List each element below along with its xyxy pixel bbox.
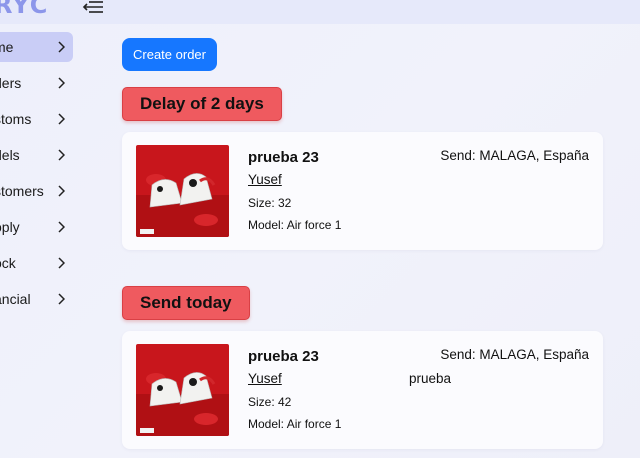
order-title: prueba 23 xyxy=(248,348,319,365)
sidebar-item-label: dels xyxy=(0,147,20,163)
chevron-right-icon xyxy=(58,77,65,89)
order-note: prueba xyxy=(409,371,452,386)
sidebar-item-label: me xyxy=(0,39,14,55)
chevron-right-icon xyxy=(58,257,65,269)
sidebar-item-financial[interactable]: ancial xyxy=(0,284,73,314)
product-image xyxy=(136,344,229,436)
create-order-button[interactable]: Create order xyxy=(122,38,217,71)
customer-link[interactable]: Yusef xyxy=(248,371,282,386)
chevron-right-icon xyxy=(58,41,65,53)
send-destination: Send: MALAGA, España xyxy=(440,347,589,362)
chevron-right-icon xyxy=(58,185,65,197)
sidebar-item-stock[interactable]: ock xyxy=(0,248,73,278)
order-size: Size: 42 xyxy=(248,395,292,409)
top-bar: RYC xyxy=(0,0,640,24)
order-model: Model: Air force 1 xyxy=(248,218,342,232)
brand-logo: RYC xyxy=(0,0,49,19)
sidebar-item-customs[interactable]: stoms xyxy=(0,104,73,134)
order-card[interactable]: prueba 23 Yusef Size: 42 Model: Air forc… xyxy=(122,331,603,449)
sidebar: me ders stoms dels stomers oply ock anci… xyxy=(0,24,80,458)
sidebar-item-label: stomers xyxy=(0,183,44,199)
sidebar-item-models[interactable]: dels xyxy=(0,140,73,170)
sidebar-item-label: stoms xyxy=(0,111,32,127)
sidebar-item-home[interactable]: me xyxy=(0,32,73,62)
order-size: Size: 32 xyxy=(248,196,292,210)
delay-section-badge: Delay of 2 days xyxy=(122,87,282,121)
customer-link[interactable]: Yusef xyxy=(248,172,282,187)
sidebar-item-label: ders xyxy=(0,75,22,91)
order-model: Model: Air force 1 xyxy=(248,417,342,431)
product-image xyxy=(136,145,229,237)
order-title: prueba 23 xyxy=(248,149,319,166)
sidebar-item-customers[interactable]: stomers xyxy=(0,176,73,206)
send-today-section-badge: Send today xyxy=(122,286,250,320)
menu-collapse-icon[interactable] xyxy=(82,0,104,14)
sidebar-item-label: oply xyxy=(0,219,20,235)
sidebar-item-label: ancial xyxy=(0,291,31,307)
chevron-right-icon xyxy=(58,149,65,161)
sidebar-item-label: ock xyxy=(0,255,16,271)
sidebar-item-orders[interactable]: ders xyxy=(0,68,73,98)
chevron-right-icon xyxy=(58,221,65,233)
send-destination: Send: MALAGA, España xyxy=(440,148,589,163)
chevron-right-icon xyxy=(58,113,65,125)
chevron-right-icon xyxy=(58,293,65,305)
sidebar-item-supply[interactable]: oply xyxy=(0,212,73,242)
order-card[interactable]: prueba 23 Yusef Size: 32 Model: Air forc… xyxy=(122,132,603,250)
